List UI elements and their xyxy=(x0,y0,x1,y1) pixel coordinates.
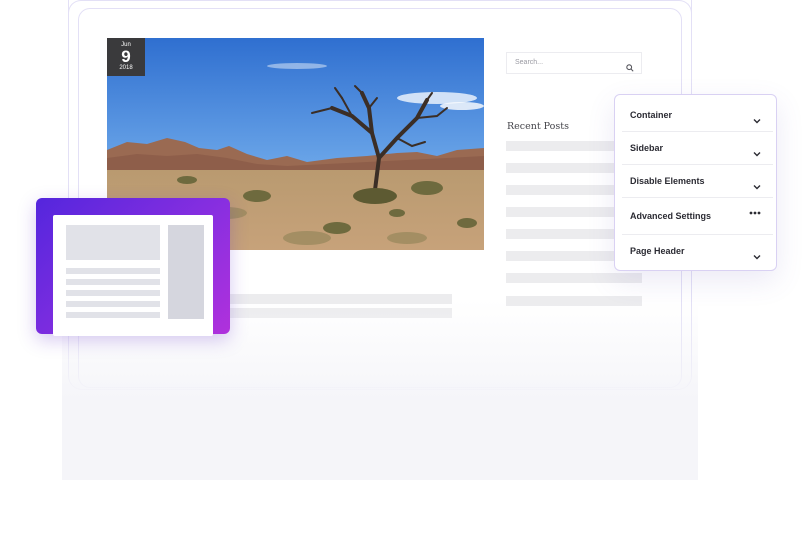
search-icon[interactable] xyxy=(626,59,634,77)
search-placeholder: Search... xyxy=(515,59,544,66)
date-day: 9 xyxy=(121,47,131,66)
settings-item-label: Page Header xyxy=(630,246,685,256)
settings-item-disable-elements[interactable]: Disable Elements xyxy=(622,164,773,198)
settings-item-label: Disable Elements xyxy=(630,176,705,186)
layout-preview-header-block xyxy=(66,225,160,260)
post-date-badge: Jun 9 2018 xyxy=(107,38,145,76)
settings-item-sidebar[interactable]: Sidebar xyxy=(622,131,773,165)
settings-item-advanced-settings[interactable]: Advanced Settings xyxy=(622,197,773,235)
recent-post-line xyxy=(506,273,642,283)
chevron-down-icon[interactable] xyxy=(753,144,761,162)
chevron-down-icon[interactable] xyxy=(753,247,761,265)
recent-posts-title: Recent Posts xyxy=(507,121,569,132)
search-input[interactable]: Search... xyxy=(506,52,642,74)
settings-panel: Container Sidebar Disable Elements Advan… xyxy=(614,94,777,271)
layout-preview-page xyxy=(53,215,213,336)
layout-preview-line xyxy=(66,290,160,296)
settings-item-label: Advanced Settings xyxy=(630,211,712,221)
settings-item-container[interactable]: Container xyxy=(622,98,773,132)
chevron-down-icon[interactable] xyxy=(753,177,761,195)
settings-item-label: Container xyxy=(630,110,673,120)
layout-preview-line xyxy=(66,279,160,285)
chevron-down-icon[interactable] xyxy=(753,111,761,129)
settings-item-label: Sidebar xyxy=(630,143,664,153)
layout-preview-line xyxy=(66,301,160,307)
layout-preview-sidebar-block xyxy=(168,225,204,319)
layout-preview-line xyxy=(66,312,160,318)
settings-item-page-header[interactable]: Page Header xyxy=(622,234,773,267)
more-dots-icon[interactable] xyxy=(749,206,761,218)
date-year: 2018 xyxy=(119,65,133,71)
layout-preview-line xyxy=(66,268,160,274)
